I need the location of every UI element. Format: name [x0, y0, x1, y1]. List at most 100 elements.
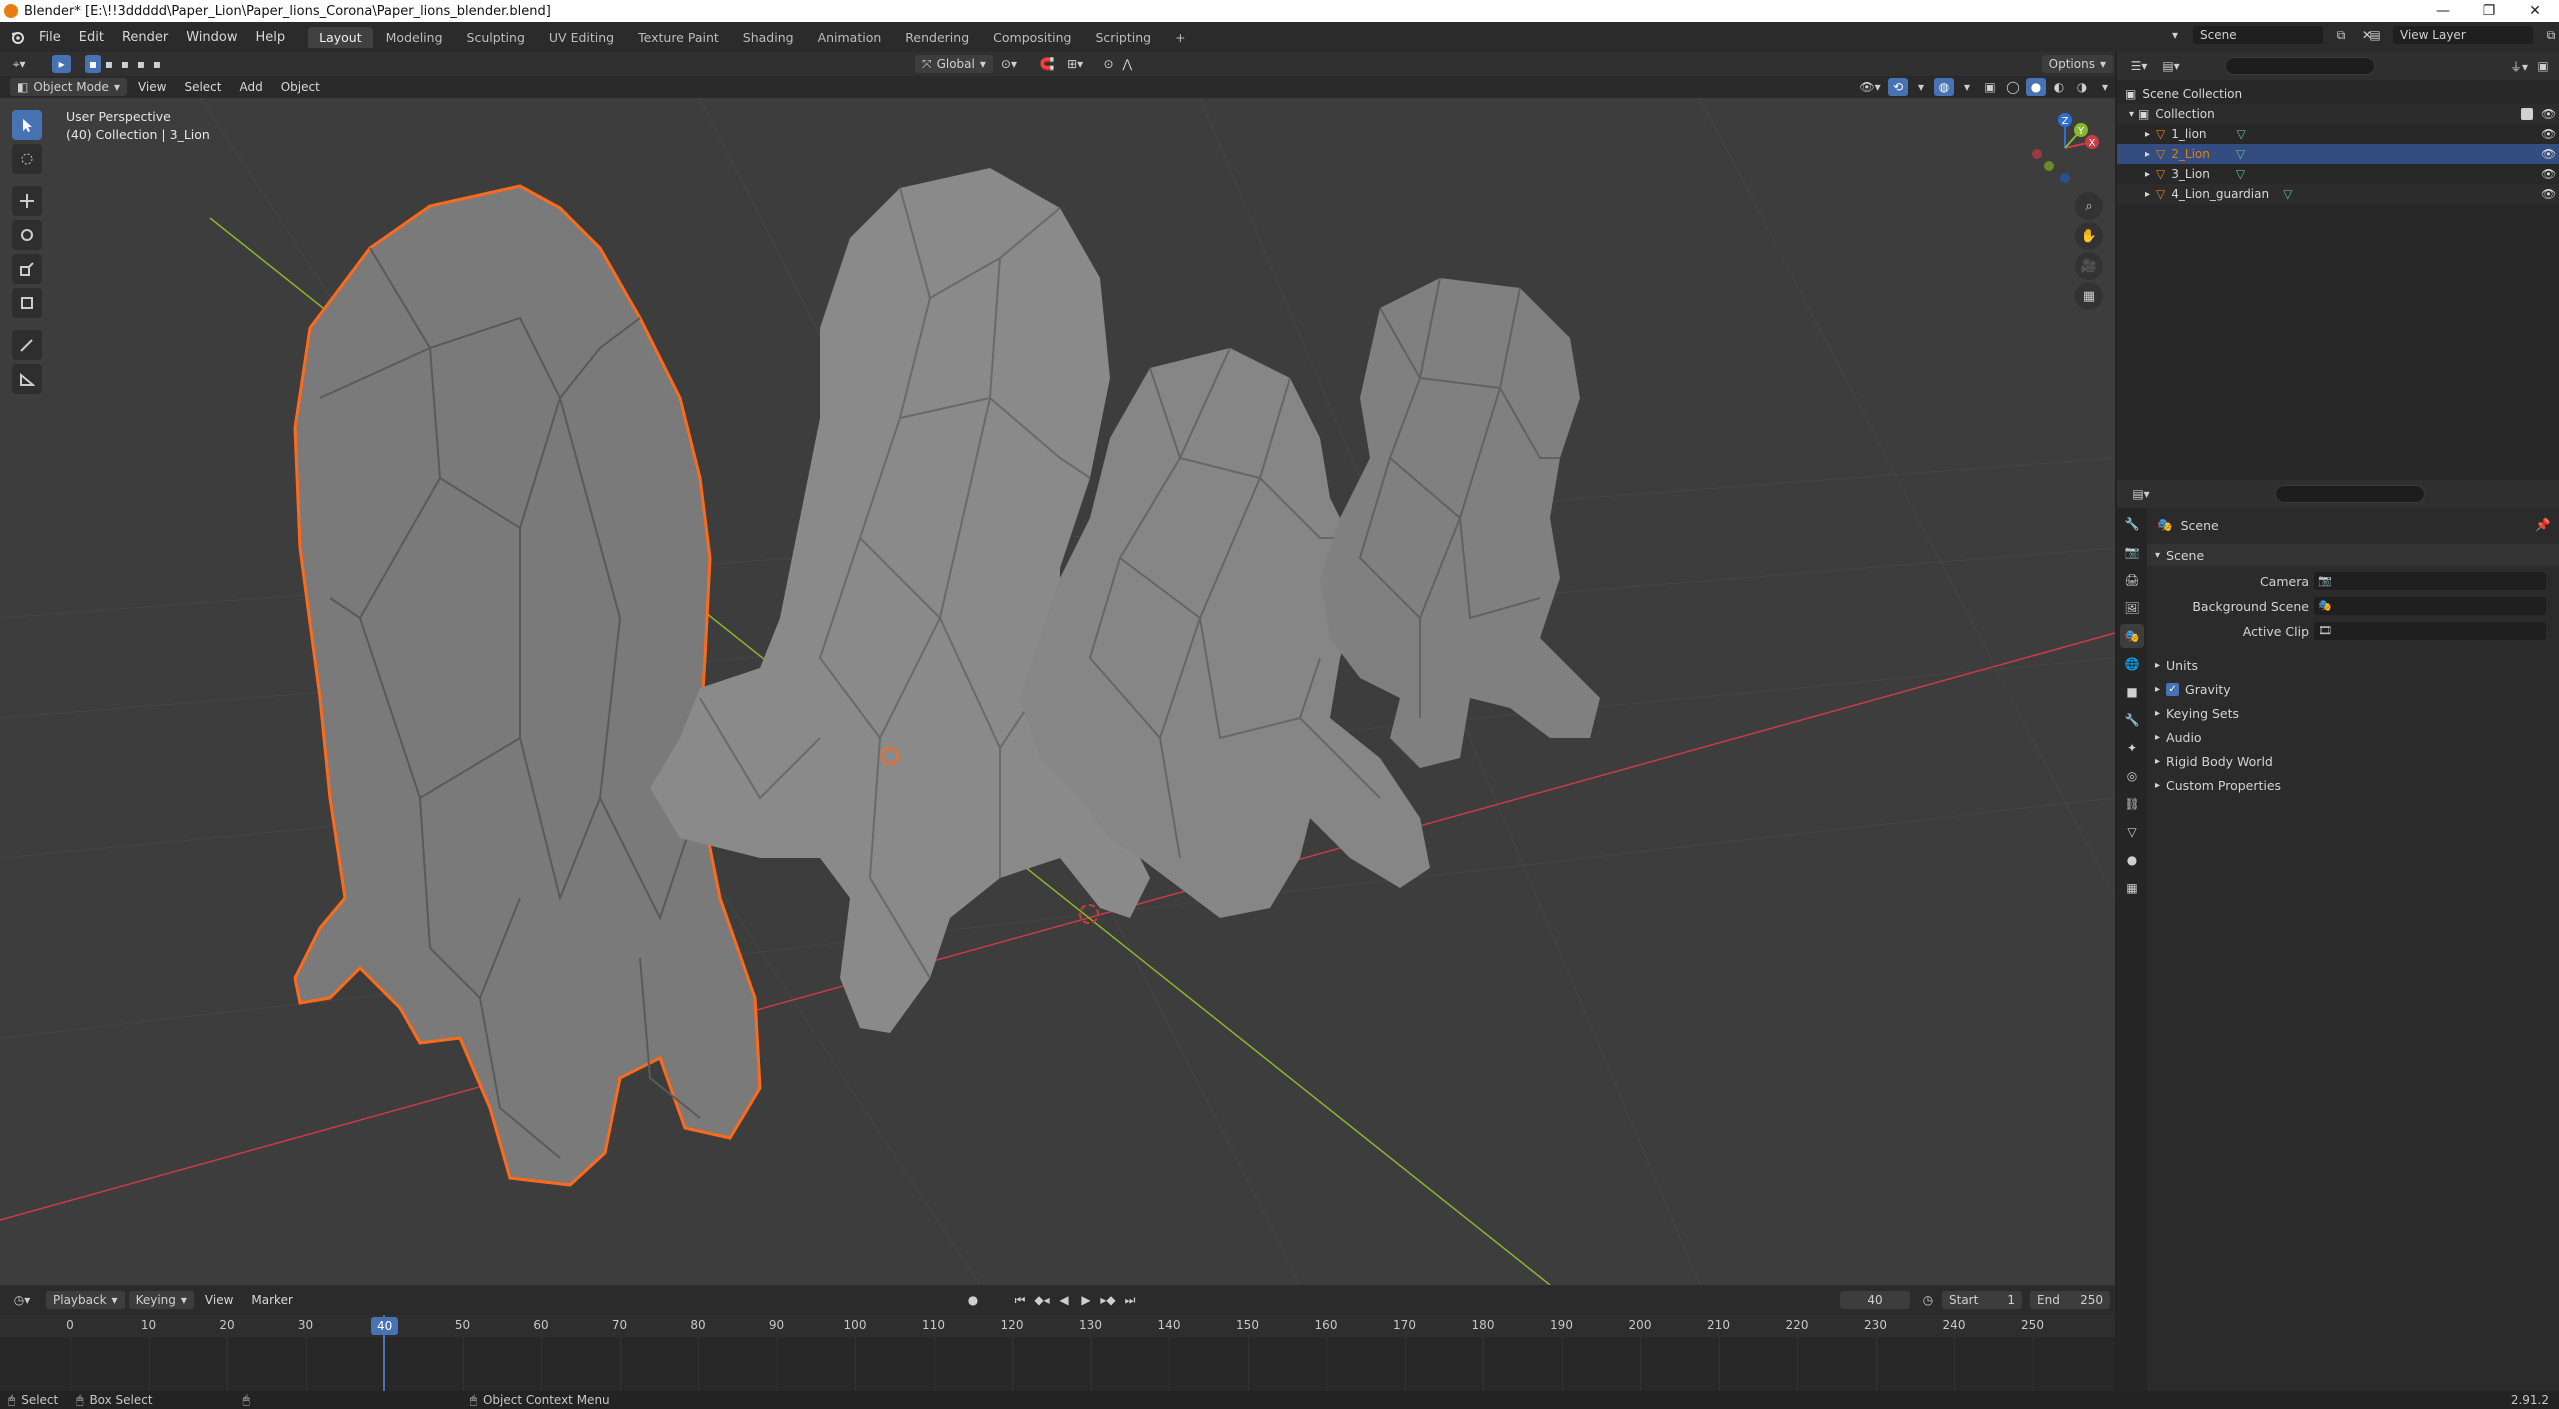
- tab-texture-paint[interactable]: Texture Paint: [627, 27, 730, 48]
- shading-dropdown-icon[interactable]: ▾: [2095, 78, 2115, 96]
- proportional-edit-icon[interactable]: ⊙: [1099, 55, 1118, 73]
- outliner-item-3-lion[interactable]: ▸ ▽ 3_Lion ▽ 👁: [2117, 164, 2559, 184]
- material-tab-icon[interactable]: ●: [2120, 848, 2144, 872]
- navigation-gizmo[interactable]: Z X Y: [2025, 108, 2105, 188]
- gravity-panel-header[interactable]: ▸ ✓ Gravity: [2147, 678, 2559, 700]
- outliner-search-input[interactable]: [2225, 57, 2375, 75]
- menu-render[interactable]: Render: [113, 30, 177, 45]
- audio-panel-header[interactable]: ▸ Audio: [2147, 726, 2559, 748]
- render-tab-icon[interactable]: 📷: [2120, 540, 2144, 564]
- rendered-shading-icon[interactable]: ◑: [2072, 78, 2092, 96]
- keying-sets-panel-header[interactable]: ▸ Keying Sets: [2147, 702, 2559, 724]
- gravity-checkbox[interactable]: ✓: [2166, 682, 2180, 696]
- select-mode-invert-icon[interactable]: ▪: [133, 55, 149, 73]
- annotate-tool-icon[interactable]: [12, 330, 42, 360]
- maximize-button[interactable]: ❐: [2466, 0, 2512, 22]
- pivot-point-icon[interactable]: ⊙▾: [995, 55, 1023, 73]
- tab-scripting[interactable]: Scripting: [1085, 27, 1163, 48]
- display-mode-icon[interactable]: ▤▾: [2157, 57, 2185, 75]
- 3d-viewport[interactable]: [0, 98, 2115, 1285]
- jump-next-key-icon[interactable]: ▸◆: [1098, 1291, 1118, 1309]
- particles-tab-icon[interactable]: ✦: [2120, 736, 2144, 760]
- data-tab-icon[interactable]: ▽: [2120, 820, 2144, 844]
- menu-select[interactable]: Select: [175, 80, 230, 94]
- ortho-toggle-icon[interactable]: ▦: [2075, 282, 2103, 310]
- jump-start-icon[interactable]: ⏮: [1010, 1291, 1030, 1309]
- active-clip-field[interactable]: 🎞: [2314, 622, 2546, 640]
- transform-tool-icon[interactable]: [12, 288, 42, 318]
- close-button[interactable]: ✕: [2512, 0, 2558, 22]
- collection-row[interactable]: ▾ ▣ Collection 👁: [2117, 104, 2559, 124]
- background-scene-field[interactable]: 🎭: [2314, 597, 2546, 615]
- tab-rendering[interactable]: Rendering: [894, 27, 980, 48]
- play-reverse-icon[interactable]: ◀: [1054, 1291, 1074, 1309]
- outliner-item-2-lion[interactable]: ▸ ▽ 2_Lion ▽ 👁: [2117, 144, 2559, 164]
- tab-modeling[interactable]: Modeling: [375, 27, 454, 48]
- material-shading-icon[interactable]: ◐: [2049, 78, 2069, 96]
- menu-help[interactable]: Help: [247, 30, 295, 45]
- scene-panel-header[interactable]: ▾ Scene: [2147, 544, 2559, 566]
- collection-checkbox[interactable]: [2521, 108, 2533, 120]
- eye-icon[interactable]: 👁: [2541, 127, 2556, 141]
- view-layer-tab-icon[interactable]: 🖼: [2120, 596, 2144, 620]
- show-overlays-icon[interactable]: ◍: [1934, 78, 1954, 96]
- eye-icon[interactable]: 👁: [2541, 167, 2556, 181]
- physics-tab-icon[interactable]: ◎: [2120, 764, 2144, 788]
- options-dropdown[interactable]: Options ▾: [2041, 55, 2113, 73]
- tab-uv-editing[interactable]: UV Editing: [538, 27, 625, 48]
- menu-add[interactable]: Add: [230, 80, 271, 94]
- 3d-cursor-icon[interactable]: [1079, 904, 1099, 924]
- editor-type-icon[interactable]: ⌖▾: [6, 55, 32, 73]
- select-box-tool-icon[interactable]: [12, 110, 42, 140]
- world-tab-icon[interactable]: 🌐: [2120, 652, 2144, 676]
- zoom-icon[interactable]: ⌕: [2075, 192, 2103, 220]
- menu-view[interactable]: View: [129, 80, 175, 94]
- object-tab-icon[interactable]: ■: [2120, 680, 2144, 704]
- scene-selector[interactable]: Scene: [2193, 26, 2323, 44]
- rigid-body-world-panel-header[interactable]: ▸ Rigid Body World: [2147, 750, 2559, 772]
- current-frame-field[interactable]: 40: [1840, 1291, 1910, 1309]
- move-tool-icon[interactable]: [12, 186, 42, 216]
- tab-animation[interactable]: Animation: [807, 27, 893, 48]
- view-layer-icon[interactable]: ▤: [2365, 26, 2385, 44]
- scene-collection-row[interactable]: ▣ Scene Collection: [2117, 84, 2559, 104]
- new-collection-icon[interactable]: ▣: [2533, 57, 2553, 75]
- select-tweak-icon[interactable]: ▸: [52, 55, 71, 73]
- units-panel-header[interactable]: ▸ Units: [2147, 654, 2559, 676]
- output-tab-icon[interactable]: 🖨: [2120, 568, 2144, 592]
- view-layer-selector[interactable]: View Layer: [2393, 26, 2533, 44]
- tab-shading[interactable]: Shading: [732, 27, 805, 48]
- texture-tab-icon[interactable]: ▦: [2120, 876, 2144, 900]
- start-frame-field[interactable]: Start 1: [1942, 1291, 2022, 1309]
- wireframe-shading-icon[interactable]: ◯: [2003, 78, 2023, 96]
- rotate-tool-icon[interactable]: [12, 220, 42, 250]
- snap-target-icon[interactable]: ⊞▾: [1061, 55, 1089, 73]
- eye-icon[interactable]: 👁: [2541, 147, 2556, 161]
- camera-view-icon[interactable]: 🎥: [2075, 252, 2103, 280]
- snap-icon[interactable]: 🧲: [1033, 55, 1061, 73]
- eye-icon[interactable]: 👁: [2541, 187, 2556, 201]
- menu-edit[interactable]: Edit: [70, 30, 113, 45]
- menu-window[interactable]: Window: [177, 30, 246, 45]
- play-icon[interactable]: ▶: [1076, 1291, 1096, 1309]
- orientation-dropdown[interactable]: ⤧ Global ▾: [914, 55, 993, 73]
- menu-object[interactable]: Object: [272, 80, 329, 94]
- tab-compositing[interactable]: Compositing: [982, 27, 1082, 48]
- pan-hand-icon[interactable]: ✋: [2075, 222, 2103, 250]
- properties-search-input[interactable]: [2275, 485, 2425, 503]
- outliner-item-4-lion-guardian[interactable]: ▸ ▽ 4_Lion_guardian ▽ 👁: [2117, 184, 2559, 204]
- scale-tool-icon[interactable]: [12, 254, 42, 284]
- tab-layout[interactable]: Layout: [308, 26, 373, 48]
- jump-end-icon[interactable]: ⏭: [1120, 1291, 1140, 1309]
- select-mode-subtract-icon[interactable]: ▪: [117, 55, 133, 73]
- modifier-tab-icon[interactable]: 🔧: [2120, 708, 2144, 732]
- select-mode-intersect-icon[interactable]: ▪: [149, 55, 165, 73]
- overlays-dropdown-icon[interactable]: ▾: [1957, 78, 1977, 96]
- measure-tool-icon[interactable]: [12, 364, 42, 394]
- camera-field[interactable]: 📷: [2314, 572, 2546, 590]
- add-workspace-button[interactable]: +: [1164, 27, 1196, 48]
- select-mode-new-icon[interactable]: ▪: [84, 55, 101, 73]
- xray-icon[interactable]: ▣: [1980, 78, 2000, 96]
- timeline-view-menu[interactable]: View: [196, 1293, 242, 1307]
- timeline-editor-type-icon[interactable]: ◷▾: [8, 1291, 36, 1309]
